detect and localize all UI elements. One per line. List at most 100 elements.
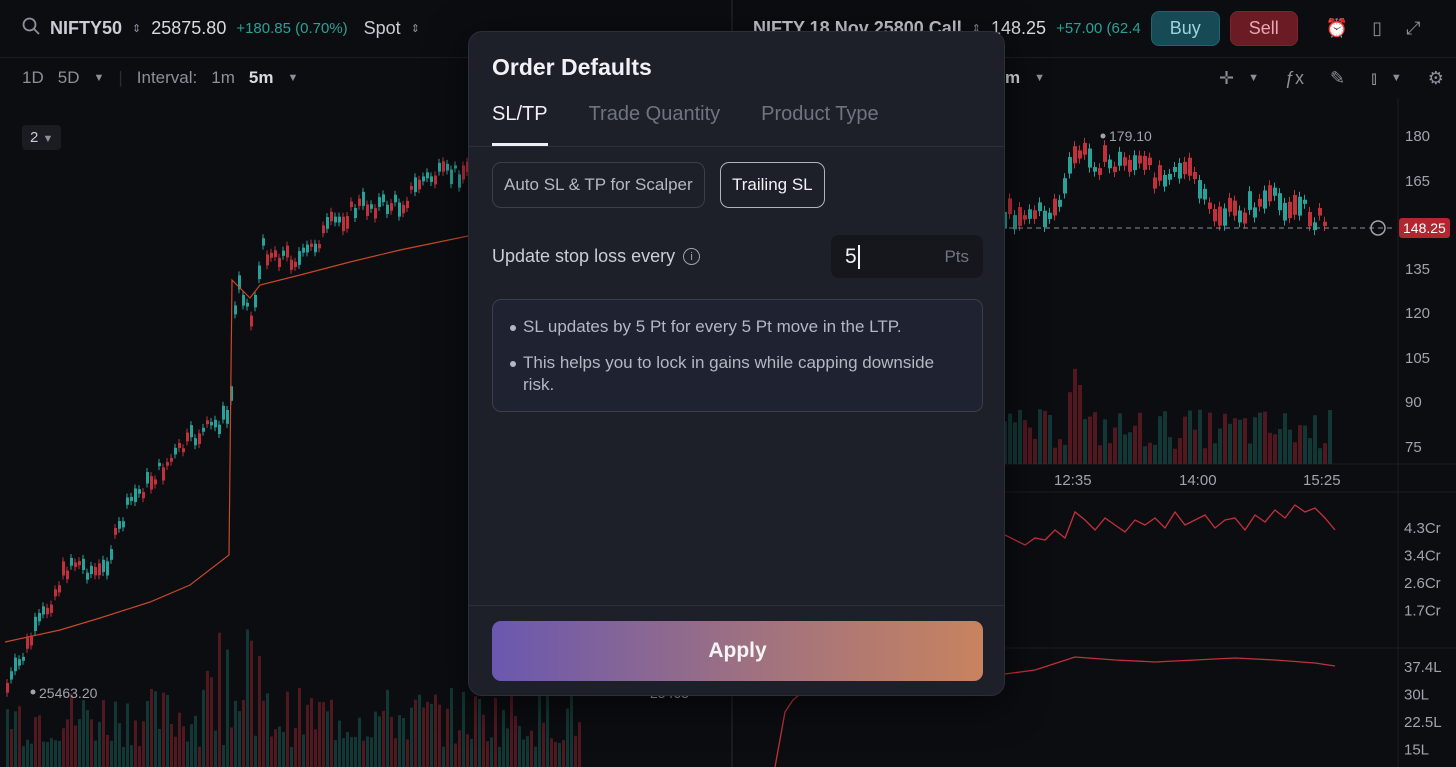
volume-bar [218,632,221,767]
candle-body [426,172,429,179]
left-candles [6,157,469,697]
candle-body [26,637,29,649]
volume-bar [1088,416,1092,464]
volume-bar [170,723,173,767]
volume-bar [354,736,357,767]
volume-bar [6,709,9,767]
volume-bar [1248,443,1252,464]
candle-body [1323,221,1327,226]
x-tick-label: 15:25 [1303,472,1341,489]
candle-body [142,492,145,499]
candle-body [278,257,281,268]
candle-body [1038,202,1042,212]
stop-loss-step-value[interactable]: 5 [845,244,860,269]
volume-bar [1268,432,1272,464]
candle-body [286,245,289,258]
candle-body [398,202,401,217]
right-candles [1003,137,1327,236]
candle-body [1083,142,1087,155]
volume-bar [194,715,197,767]
footer-divider [469,605,1004,606]
volume-bar [546,694,549,767]
volume-bar [358,717,361,767]
volume-bar [1258,412,1262,464]
volume-bar [126,703,129,767]
volume-bar [250,640,253,767]
volume-bar [1118,413,1122,464]
auto-sl-tp-option[interactable]: Auto SL & TP for Scalper [492,162,705,208]
right-oi-axis: 4.3Cr 3.4Cr 2.6Cr 1.7Cr [1404,520,1441,620]
y-tick-label: 135 [1405,261,1430,278]
candle-body [1198,180,1202,199]
candle-body [422,176,425,182]
volume-bar [1073,368,1077,464]
candle-body [94,566,97,576]
candle-body [234,305,237,315]
tab-trade-quantity[interactable]: Trade Quantity [589,100,721,146]
volume-bar [450,687,453,767]
candle-body [1043,210,1047,228]
candle-body [146,472,149,484]
volume-bar [1048,415,1052,464]
volume-bar [330,699,333,767]
volume-bar [114,701,117,767]
right-y-axis: 180 165 135 120 105 90 75 [1405,128,1430,456]
volume-bar [138,745,141,767]
volume-bar [530,730,533,767]
volume-bar [434,694,437,767]
stop-loss-step-input[interactable]: 5 Pts [831,235,983,278]
candle-body [138,489,141,494]
volume-bar [22,746,25,767]
candle-body [1248,191,1252,210]
volume-bar [578,722,581,767]
volume-bar [1018,409,1022,464]
trailing-sl-option[interactable]: Trailing SL [720,162,825,208]
volume-bar [318,701,321,767]
volume-bar [1108,443,1112,464]
candle-body [290,259,293,270]
volume-bar [198,746,201,767]
candle-body [1203,188,1207,200]
volume-bar [266,693,269,767]
candle-body [382,194,385,203]
volume-bar [1208,412,1212,464]
volume-bar [106,734,109,767]
volume-bar [42,741,45,767]
candle-body [1288,201,1292,219]
volume-bar [122,746,125,767]
tab-sl-tp[interactable]: SL/TP [492,100,548,146]
volume-bar [526,736,529,767]
volume-bar [314,729,317,767]
volume-bar [222,745,225,767]
volume-bar [378,716,381,767]
candle-body [22,656,25,661]
volume-bar [1138,412,1142,464]
candle-body [274,250,277,258]
volume-bar [1293,442,1297,464]
candle-body [50,604,53,613]
tab-product-type[interactable]: Product Type [761,100,878,146]
volume-bar [1153,444,1157,464]
candle-body [1148,157,1152,166]
y-tick-label: 165 [1405,173,1430,190]
candle-body [442,161,445,172]
candle-body [242,294,245,306]
volume-bar [190,724,193,767]
candle-body [198,433,201,445]
candle-body [1068,157,1072,174]
candle-body [1318,207,1322,216]
volume-bar [50,738,53,767]
volume-bar [1103,419,1107,464]
volume-bar [1303,425,1307,464]
candle-body [330,211,333,222]
apply-button[interactable]: Apply [492,621,983,681]
candle-body [318,244,321,249]
info-icon[interactable]: i [683,248,701,265]
volume-bar [470,738,473,767]
y-tick-label: 180 [1405,128,1430,145]
volume-bar [386,689,389,767]
candle-body [370,204,373,209]
volume-bar [422,707,425,767]
volume-bar [510,692,513,767]
candle-body [70,557,73,566]
